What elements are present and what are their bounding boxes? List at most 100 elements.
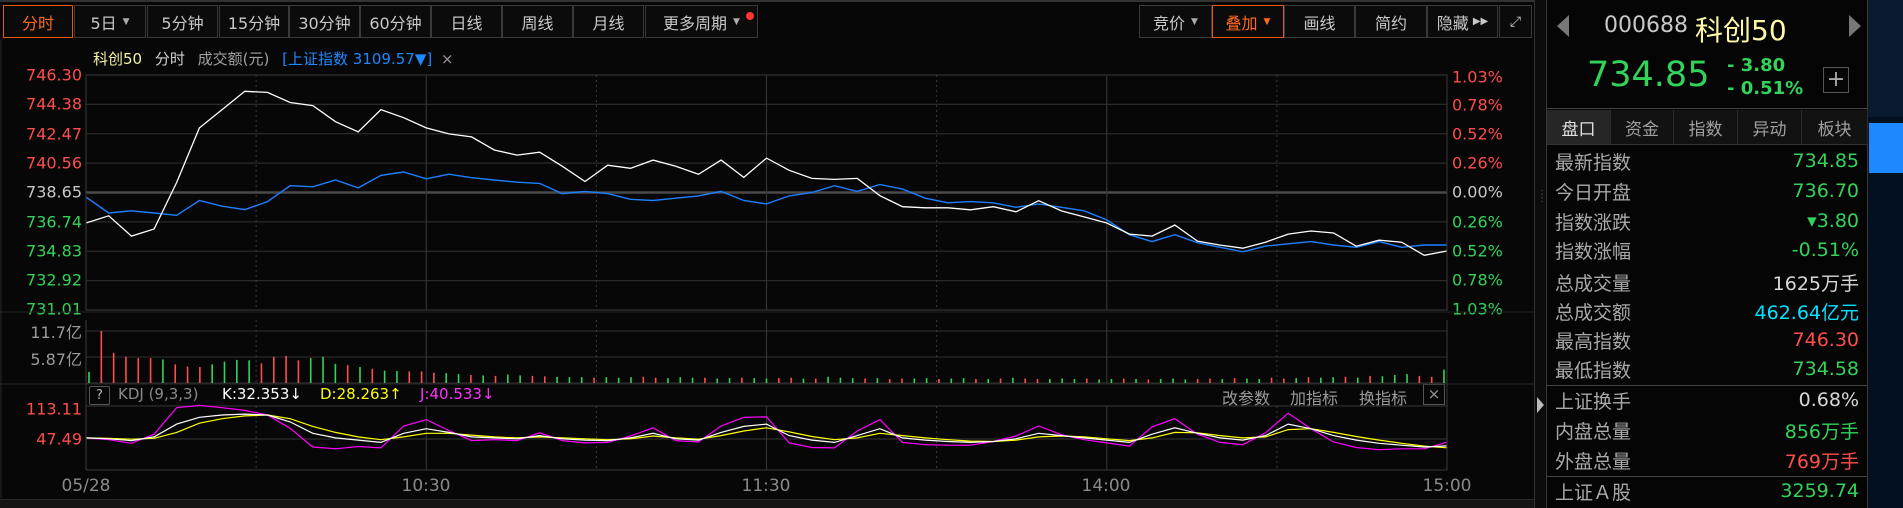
quote-row-label: 总成交量	[1555, 272, 1632, 295]
price-tick: 732.92	[26, 270, 82, 290]
overlay-legend[interactable]: [上证指数 3109.57▼]	[282, 50, 432, 68]
edit-params-button[interactable]: 改参数	[1222, 385, 1270, 409]
quote-row: 上证Ａ股 3259.74	[1555, 476, 1859, 506]
quote-row-label: 总成交额	[1555, 301, 1632, 324]
pct-tick: 0.26%	[1452, 153, 1503, 173]
quote-row-value: 1625万手	[1772, 272, 1859, 295]
double-chevron-right-icon: ▶▶	[1472, 16, 1489, 27]
button-label: 隐藏	[1436, 13, 1469, 33]
quote-row-label: 今日开盘	[1555, 181, 1632, 204]
caret-down-icon: ▼	[122, 16, 130, 27]
time-tick: 11:30	[741, 476, 791, 496]
tab-weekly[interactable]: 周线	[502, 5, 573, 38]
chart-frame	[85, 74, 1448, 311]
divider	[1547, 108, 1867, 109]
price-tick: 734.83	[26, 241, 82, 261]
add-watchlist-button[interactable]: +	[1823, 67, 1849, 93]
bottom-tab-strip	[0, 499, 1546, 508]
kdj-j-line	[85, 404, 1448, 451]
quote-row-value: -0.51%	[1791, 239, 1859, 261]
quote-row-value: 746.30	[1792, 329, 1859, 351]
price-line	[85, 90, 1448, 256]
pct-tick: 1.03%	[1452, 67, 1503, 87]
legend-metric: 成交额(元)	[197, 50, 270, 68]
quote-row-value: 734.58	[1792, 358, 1859, 380]
quote-row: 外盘总量 769万手	[1555, 445, 1859, 475]
tab-label: 30分钟	[298, 13, 351, 33]
overlay-button[interactable]: 叠加 ▼	[1212, 5, 1284, 38]
legend-mode: 分时	[154, 50, 185, 68]
tab-funds[interactable]: 资金	[1611, 110, 1674, 144]
quote-row-label: 内盘总量	[1555, 420, 1632, 443]
tab-5min[interactable]: 5分钟	[147, 5, 218, 38]
divider	[1547, 476, 1867, 477]
tab-intraday[interactable]: 分时	[3, 5, 73, 38]
tab-label: 月线	[592, 13, 625, 33]
price-tick: 731.01	[26, 299, 82, 319]
caret-down-icon: ▼	[733, 16, 740, 27]
side-strip-highlight[interactable]	[1869, 123, 1903, 173]
auction-button[interactable]: 竞价 ▼	[1139, 5, 1212, 38]
time-tick: 05/28	[61, 476, 111, 496]
quote-row-label: 指数涨跌	[1555, 211, 1632, 234]
tab-30min[interactable]: 30分钟	[289, 5, 360, 38]
volume-tick: 5.87亿	[30, 350, 82, 369]
price-tick: 736.74	[26, 212, 82, 232]
hide-button[interactable]: 隐藏 ▶▶	[1427, 5, 1498, 38]
tab-daily[interactable]: 日线	[431, 5, 502, 38]
prev-stock-icon[interactable]	[1557, 15, 1569, 37]
tab-60min[interactable]: 60分钟	[360, 5, 431, 38]
stock-name: 科创50	[1695, 14, 1787, 47]
tab-sector[interactable]: 板块	[1802, 110, 1868, 144]
caret-down-icon: ▼	[1263, 16, 1271, 27]
divider	[1547, 144, 1867, 145]
price-change: - 3.80	[1727, 55, 1786, 76]
remove-overlay-icon[interactable]: ×	[441, 50, 454, 68]
tab-more-periods[interactable]: 更多周期 ▼	[645, 5, 758, 38]
notification-dot-icon	[746, 12, 754, 20]
legend-name: 科创50	[93, 50, 143, 68]
add-indicator-button[interactable]: 加指标	[1290, 385, 1338, 409]
draw-line-button[interactable]: 画线	[1284, 5, 1355, 38]
tab-5day[interactable]: 5日 ▼	[74, 5, 146, 38]
last-price: 734.85	[1587, 55, 1710, 95]
quote-row-value: ▾3.80	[1807, 210, 1859, 232]
time-tick: 15:00	[1422, 476, 1472, 496]
quote-row-label: 最低指数	[1555, 359, 1632, 382]
quote-row: 总成交量 1625万手	[1555, 267, 1859, 297]
pct-tick: 0.52%	[1452, 241, 1503, 261]
indicator-help-button[interactable]: ?	[89, 386, 110, 405]
time-tick: 14:00	[1081, 476, 1131, 496]
kdj-d-line	[85, 414, 1448, 449]
button-label: 竞价	[1153, 13, 1186, 33]
price-tick: 742.47	[26, 124, 82, 144]
quote-row: 指数涨跌 ▾3.80	[1555, 206, 1859, 236]
close-indicator-button[interactable]: ×	[1423, 384, 1445, 405]
button-label: 叠加	[1225, 13, 1258, 33]
tab-index[interactable]: 指数	[1674, 110, 1738, 144]
next-stock-icon[interactable]	[1849, 15, 1861, 37]
pct-tick: 0.78%	[1452, 95, 1503, 115]
tab-15min[interactable]: 15分钟	[219, 5, 289, 38]
volume-tick: 11.7亿	[30, 323, 82, 342]
quote-row-label: 上证换手	[1555, 390, 1632, 413]
chart-legend: 科创50 分时 成交额(元) [上证指数 3109.57▼] ×	[93, 48, 454, 69]
quote-row: 最低指数 734.58	[1555, 354, 1859, 384]
quote-row: 最高指数 746.30	[1555, 325, 1859, 355]
tab-order-book[interactable]: 盘口	[1547, 110, 1611, 144]
simple-mode-button[interactable]: 简约	[1355, 5, 1427, 38]
tab-monthly[interactable]: 月线	[573, 5, 644, 38]
switch-indicator-button[interactable]: 换指标	[1359, 385, 1407, 409]
fullscreen-button[interactable]: ⤢	[1499, 5, 1532, 38]
quote-row-value: 769万手	[1784, 450, 1859, 473]
pct-tick: 0.26%	[1452, 212, 1503, 232]
tab-anomaly[interactable]: 异动	[1738, 110, 1802, 144]
tab-label: 60分钟	[369, 13, 422, 33]
collapse-panel-icon[interactable]	[1537, 397, 1544, 413]
panel-divider[interactable]	[1534, 0, 1546, 508]
overlay-index-line	[85, 171, 1447, 253]
price-tick: 746.30	[26, 65, 82, 85]
quote-row: 最新指数 734.85	[1555, 146, 1859, 176]
quote-row-label: 最新指数	[1555, 151, 1632, 174]
quote-row: 上证换手 0.68%	[1555, 385, 1859, 415]
